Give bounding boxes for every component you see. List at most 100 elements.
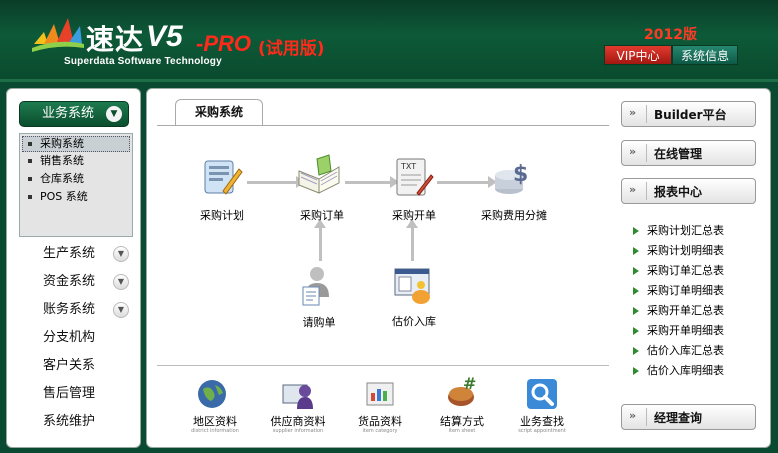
double-chevron-icon: » — [629, 145, 637, 158]
report-link[interactable]: 采购计划汇总表 — [633, 221, 724, 241]
chevron-down-icon: ▼ — [113, 274, 129, 290]
builder-platform-label: Builder平台 — [654, 108, 727, 122]
expense-allocation-link[interactable]: 采购费用分摊 — [469, 207, 559, 223]
sidebar-item-after-sales[interactable]: 售后管理 — [43, 384, 135, 404]
expense-allocation-icon[interactable]: $ — [491, 155, 535, 199]
report-center-label: 报表中心 — [654, 185, 703, 199]
sidebar-item-funds[interactable]: 资金系统 ▼ — [43, 272, 135, 292]
online-management-button[interactable]: » 在线管理 — [621, 140, 756, 166]
submenu-item-purchase[interactable]: 采购系统 — [22, 136, 130, 152]
purchase-order-link[interactable]: 采购订单 — [277, 207, 367, 223]
double-chevron-icon: » — [629, 183, 637, 196]
purchase-plan-icon[interactable] — [199, 155, 243, 199]
submenu-item-sales[interactable]: 销售系统 — [20, 152, 132, 170]
sidebar-item-crm[interactable]: 客户关系 — [43, 356, 135, 376]
report-link-label: 采购开单明细表 — [647, 324, 724, 337]
business-system-label: 业务系统 — [42, 106, 95, 121]
report-link-label: 采购订单汇总表 — [647, 264, 724, 277]
sidebar-item-branches[interactable]: 分支机构 — [43, 328, 135, 348]
bullet-icon — [28, 159, 32, 163]
sidebar-item-maintenance[interactable]: 系统维护 — [43, 412, 135, 432]
globe-icon[interactable] — [195, 377, 229, 411]
report-center-button[interactable]: » 报表中心 — [621, 178, 756, 204]
chevron-down-icon: ▼ — [113, 302, 129, 318]
sidebar-item-production[interactable]: 生产系统 ▼ — [43, 244, 135, 264]
report-link[interactable]: 采购开单汇总表 — [633, 301, 724, 321]
main-panel: 采购系统 TXT $ 采购计划 采购订单 采购开单 采购费用分摊 请购单 估价入… — [146, 88, 771, 448]
sidebar-item-label: 售后管理 — [43, 386, 96, 401]
region-data-subtitle: district information — [191, 428, 239, 434]
estimate-stock-in-link[interactable]: 估价入库 — [369, 313, 459, 329]
purchase-plan-link[interactable]: 采购计划 — [177, 207, 267, 223]
report-link[interactable]: 采购计划明细表 — [633, 241, 724, 261]
business-system-button[interactable]: 业务系统 ▼ — [19, 101, 129, 127]
sidebar-item-accounting[interactable]: 账务系统 ▼ — [43, 300, 135, 320]
edition-year: 2012版 — [644, 27, 697, 43]
purchase-invoice-icon[interactable]: TXT — [391, 155, 435, 199]
estimate-stock-in-icon[interactable] — [391, 263, 435, 307]
report-link[interactable]: 采购订单明细表 — [633, 281, 724, 301]
brand-name: 速达 — [86, 23, 145, 56]
button-separator — [646, 408, 647, 426]
report-link-label: 采购订单明细表 — [647, 284, 724, 297]
sidebar-item-label: 客户关系 — [43, 358, 96, 373]
bullet-arrow-icon — [633, 327, 639, 335]
chevron-down-icon: ▼ — [113, 246, 129, 262]
online-management-label: 在线管理 — [654, 147, 703, 161]
chevron-down-icon: ▼ — [106, 106, 122, 122]
bottom-strip — [0, 449, 778, 453]
settlement-method-subtitle: item sheet — [448, 428, 476, 434]
purchase-request-link[interactable]: 请购单 — [274, 314, 364, 330]
business-search-subtitle: script appointment — [518, 428, 566, 434]
flow-arrow — [406, 219, 418, 261]
brand-subtitle: Superdata Software Technology — [64, 56, 222, 67]
bullet-arrow-icon — [633, 287, 639, 295]
vip-center-button[interactable]: VIP中心 — [604, 45, 672, 65]
supplier-data-subtitle: supplier information — [272, 428, 324, 434]
submenu-item-label: 仓库系统 — [40, 172, 84, 185]
supplier-icon[interactable] — [281, 377, 315, 411]
report-link-label: 采购开单汇总表 — [647, 304, 724, 317]
sidebar-item-label: 生产系统 — [43, 246, 96, 261]
sidebar-item-label: 分支机构 — [43, 330, 96, 345]
report-link[interactable]: 估价入库汇总表 — [633, 341, 724, 361]
bullet-icon — [28, 142, 32, 146]
builder-platform-button[interactable]: » Builder平台 — [621, 101, 756, 127]
supplier-data-link[interactable]: 供应商资料 — [258, 413, 338, 429]
bullet-arrow-icon — [633, 247, 639, 255]
product-data-subtitle: item category — [362, 428, 398, 434]
tab-purchase-system[interactable]: 采购系统 — [175, 99, 263, 125]
button-separator — [646, 182, 647, 200]
manager-query-button[interactable]: » 经理查询 — [621, 404, 756, 430]
tab-underline — [157, 125, 609, 126]
flow-arrow — [314, 219, 326, 261]
settlement-method-link[interactable]: 结算方式 — [422, 413, 502, 429]
submenu-item-label: 采购系统 — [40, 137, 84, 150]
report-link[interactable]: 估价入库明细表 — [633, 361, 724, 381]
settlement-icon[interactable]: # — [445, 375, 479, 409]
manager-query-label: 经理查询 — [654, 411, 703, 425]
purchase-order-icon[interactable] — [297, 153, 341, 197]
report-list: 采购计划汇总表 采购计划明细表 采购订单汇总表 采购订单明细表 采购开单汇总表 … — [633, 221, 724, 381]
product-data-link[interactable]: 货品资料 — [340, 413, 420, 429]
report-link-label: 采购计划汇总表 — [647, 224, 724, 237]
bullet-arrow-icon — [633, 227, 639, 235]
brand-pro: -PRO — [196, 31, 251, 56]
submenu-item-warehouse[interactable]: 仓库系统 — [20, 170, 132, 188]
system-info-button[interactable]: 系统信息 — [672, 45, 738, 65]
region-data-link[interactable]: 地区资料 — [175, 413, 255, 429]
product-icon[interactable] — [363, 377, 397, 411]
business-search-link[interactable]: 业务查找 — [502, 413, 582, 429]
purchase-request-icon[interactable] — [297, 263, 341, 307]
purchase-invoice-link[interactable]: 采购开单 — [369, 207, 459, 223]
report-link[interactable]: 采购订单汇总表 — [633, 261, 724, 281]
submenu-item-label: POS 系统 — [40, 190, 88, 203]
search-icon[interactable] — [525, 377, 559, 411]
sidebar-item-label: 系统维护 — [43, 414, 96, 429]
submenu-item-pos[interactable]: POS 系统 — [20, 188, 132, 206]
bullet-arrow-icon — [633, 307, 639, 315]
bullet-arrow-icon — [633, 367, 639, 375]
report-link[interactable]: 采购开单明细表 — [633, 321, 724, 341]
svg-text:$: $ — [513, 162, 528, 187]
report-link-label: 估价入库明细表 — [647, 364, 724, 377]
